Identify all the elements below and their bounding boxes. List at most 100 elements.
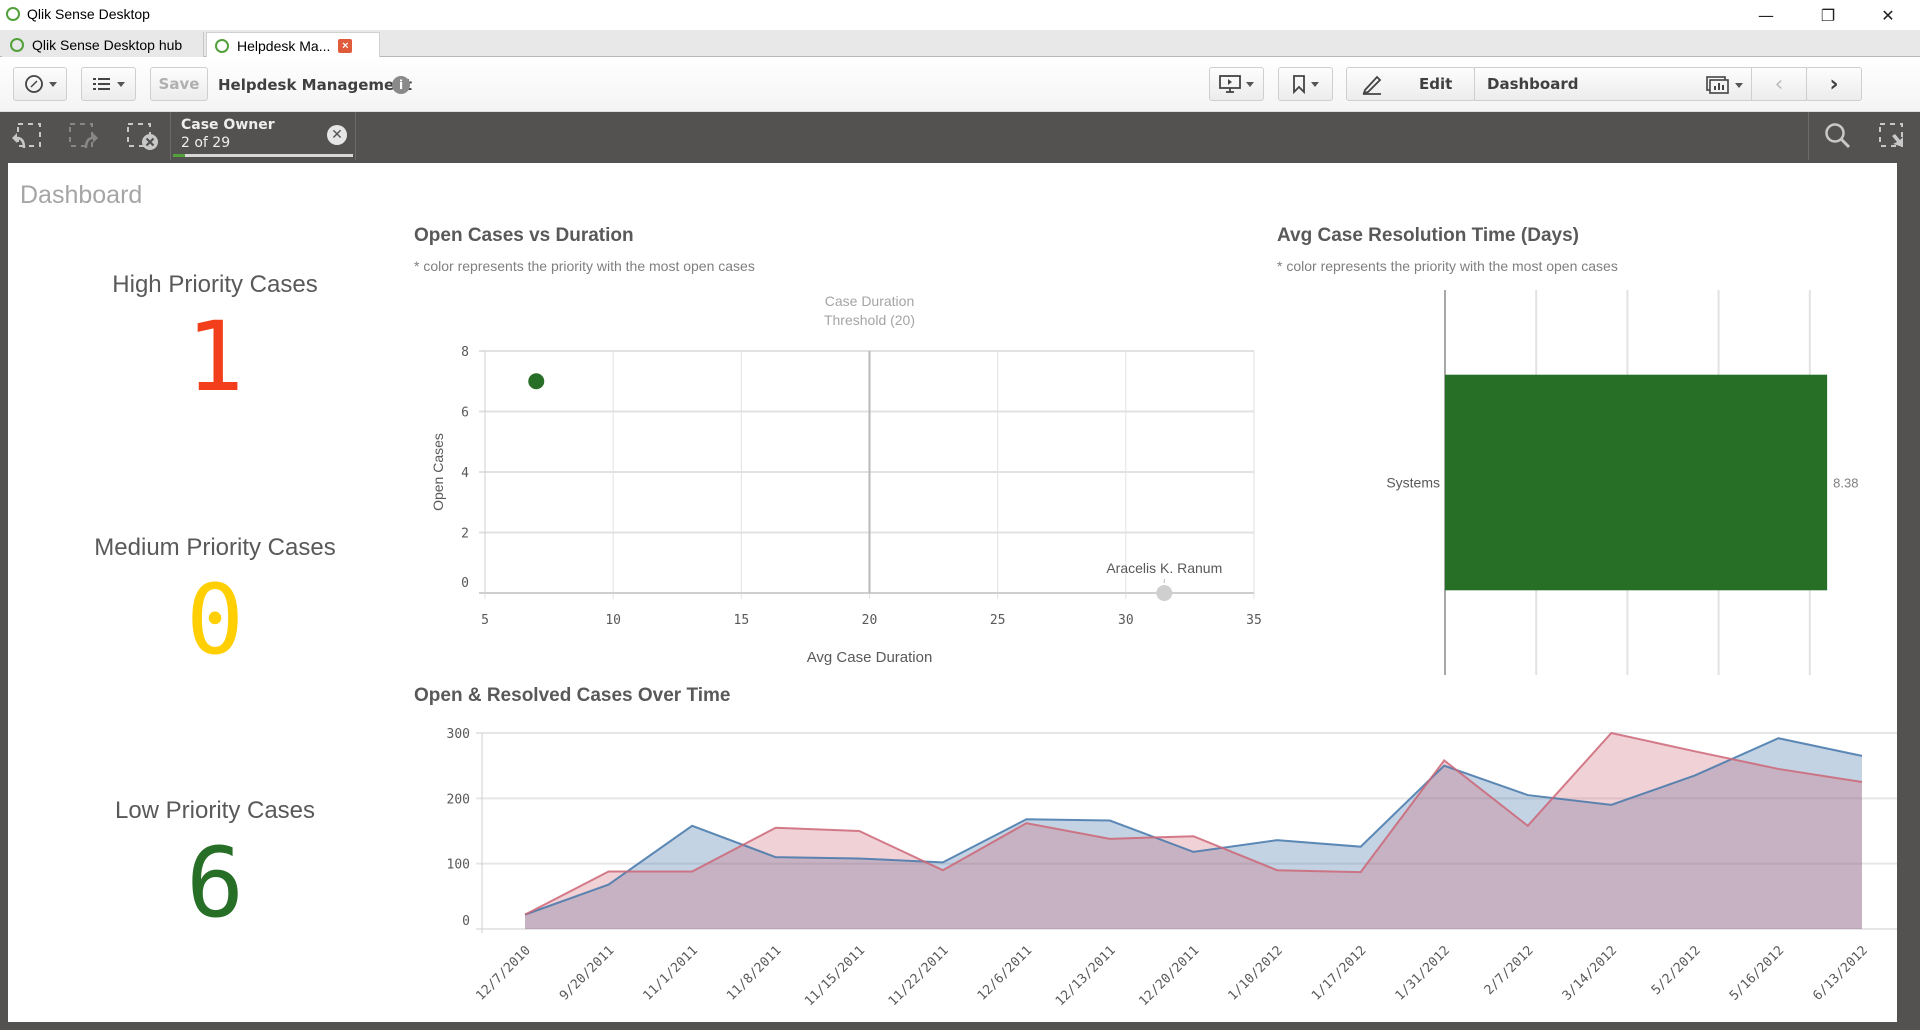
title-bar: Qlik Sense Desktop — ❐ ✕ [0, 0, 1920, 30]
navigation-menu-button[interactable] [13, 67, 67, 101]
reference-line-label: Case Duration [825, 293, 915, 309]
kpi-low-priority[interactable]: Low Priority Cases 6 [8, 797, 422, 934]
y-tick-label: 0 [461, 576, 469, 591]
x-tick-label: 3/14/2012 [1560, 943, 1620, 1003]
close-window-button[interactable]: ✕ [1860, 0, 1916, 30]
kpi-high-priority[interactable]: High Priority Cases 1 [8, 271, 422, 408]
x-axis-title: Avg Case Duration [807, 649, 933, 666]
x-tick-label: 12/20/2011 [1136, 943, 1202, 1009]
scatter-chart-title: Open Cases vs Duration [414, 225, 634, 246]
kpi-medium-priority[interactable]: Medium Priority Cases 0 [8, 534, 422, 671]
x-tick-label: 11/15/2011 [802, 943, 868, 1009]
selection-progress-fill [173, 154, 186, 157]
y-axis-title: Open Cases [430, 433, 446, 511]
selections-tool-button[interactable] [1877, 121, 1913, 153]
close-icon: ✕ [1881, 5, 1895, 25]
bookmarks-button[interactable] [1278, 67, 1333, 101]
scatter-point [1156, 585, 1173, 601]
save-button[interactable]: Save [150, 67, 208, 101]
x-tick-label: 6/13/2012 [1810, 943, 1870, 1003]
y-tick-label: 6 [461, 406, 469, 421]
x-tick-label: 12/7/2010 [473, 943, 533, 1003]
x-tick-label: 11/1/2011 [641, 943, 701, 1003]
x-tick-label: 12/6/2011 [975, 943, 1035, 1003]
restore-icon: ❐ [1820, 5, 1836, 25]
x-tick-label: 2/7/2012 [1482, 943, 1537, 998]
scatter-chart-subtitle: * color represents the priority with the… [414, 258, 755, 274]
chevron-left-icon: ‹ [1774, 71, 1784, 97]
x-tick-label: 9/20/2011 [557, 943, 617, 1003]
minimize-button[interactable]: — [1738, 0, 1794, 30]
tab-helpdesk[interactable]: Helpdesk Ma... × [206, 32, 380, 58]
toolbar: Save Helpdesk Management i Edit Dashboar… [0, 57, 1920, 112]
global-menu-button[interactable] [81, 67, 136, 101]
step-back-button[interactable] [8, 120, 44, 152]
restore-button[interactable]: ❐ [1800, 0, 1856, 30]
qlik-logo-icon [6, 7, 20, 21]
x-tick-label: 11/22/2011 [886, 943, 952, 1009]
edit-button[interactable]: Edit [1346, 67, 1475, 101]
clear-all-selections-button[interactable] [124, 120, 160, 152]
selection-tools [1808, 112, 1920, 160]
y-tick-label: 300 [447, 727, 470, 742]
step-forward-button[interactable] [66, 120, 102, 152]
bar-chart[interactable]: Systems 8.38 [1278, 283, 1893, 683]
bar [1445, 374, 1828, 591]
sheet-selector[interactable]: Dashboard [1474, 67, 1752, 101]
sheet-name: Dashboard [1487, 75, 1579, 93]
scatter-chart[interactable]: 5 10 15 20 25 30 35 0 2 4 6 8 Case Duration Threshold… [408, 283, 1278, 723]
tab-label: Helpdesk Ma... [237, 37, 331, 54]
present-button[interactable] [1209, 67, 1264, 101]
kpi-value: 1 [186, 301, 244, 413]
selection-progress-bar [173, 154, 353, 157]
tab-label: Qlik Sense Desktop hub [32, 36, 183, 53]
selection-count: 2 of 29 [181, 135, 231, 151]
previous-sheet-button[interactable]: ‹ [1751, 67, 1807, 101]
area-chart[interactable]: 0 100 200 300 12/7/2010 9/20/2011 11/1/2011 11/… [408, 713, 1897, 1018]
selection-field: Case Owner [181, 117, 275, 133]
bar-chart-subtitle: * color represents the priority with the… [1277, 258, 1618, 274]
x-tick-label: 11/8/2011 [724, 943, 784, 1003]
bar-value-label: 8.38 [1833, 476, 1858, 491]
sheets-menu[interactable] [1706, 75, 1743, 95]
x-tick-label: 5/2/2012 [1649, 943, 1704, 998]
selections-tool-icon [1879, 123, 1903, 147]
info-icon[interactable]: i [392, 76, 410, 94]
x-tick-label: 15 [734, 613, 750, 628]
caret-down-icon [1246, 81, 1254, 87]
step-back-icon [12, 123, 41, 149]
bookmark-icon [1293, 75, 1305, 94]
selection-chip-case-owner[interactable]: Case Owner 2 of 29 ✕ [170, 112, 356, 160]
series-area-resolved [525, 733, 1862, 929]
search-button[interactable] [1823, 121, 1859, 153]
close-tab-icon[interactable]: × [338, 38, 353, 53]
y-tick-label: 100 [447, 858, 470, 873]
kpi-value: 6 [186, 827, 244, 939]
clear-selection-icon[interactable]: ✕ [327, 125, 347, 145]
reference-line-label: Threshold (20) [824, 312, 915, 328]
list-icon [93, 78, 110, 90]
edit-label: Edit [1419, 75, 1453, 93]
y-tick-label: 4 [461, 466, 469, 481]
window-title: Qlik Sense Desktop [27, 6, 150, 22]
minimize-icon: — [1758, 5, 1774, 25]
y-tick-label: 0 [462, 914, 470, 929]
app-name: Helpdesk Management [218, 76, 413, 94]
x-tick-label: 12/13/2011 [1053, 943, 1119, 1009]
search-icon [1825, 123, 1851, 149]
clear-all-icon [127, 123, 158, 150]
category-label: Systems [1386, 475, 1440, 491]
tab-bar: Qlik Sense Desktop hub Helpdesk Ma... × [0, 30, 1920, 58]
kpi-value: 0 [186, 564, 244, 676]
x-tick-label: 1/10/2012 [1225, 943, 1285, 1003]
x-tick-label: 5/16/2012 [1727, 943, 1787, 1003]
x-tick-label: 10 [605, 613, 621, 628]
area-chart-title: Open & Resolved Cases Over Time [414, 685, 731, 706]
tab-hub[interactable]: Qlik Sense Desktop hub [2, 32, 204, 57]
step-forward-icon [69, 123, 98, 149]
x-tick-label: 1/31/2012 [1393, 943, 1453, 1003]
sheets-icon [1706, 76, 1729, 94]
next-sheet-button[interactable]: › [1806, 67, 1862, 101]
caret-down-icon [117, 81, 125, 87]
sheet-canvas: Dashboard High Priority Cases 1 Medium P… [8, 163, 1897, 1022]
